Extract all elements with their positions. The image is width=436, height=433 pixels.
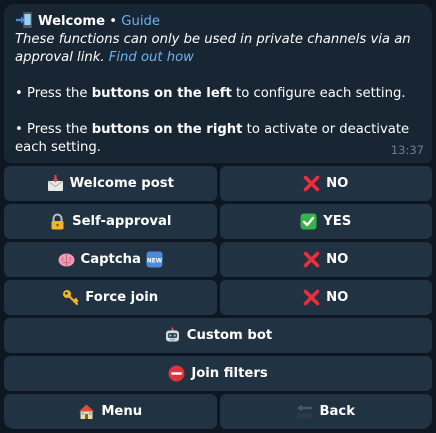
lock-icon xyxy=(49,213,66,230)
no-entry-icon xyxy=(168,365,185,382)
message-title-row: Welcome • Guide xyxy=(15,12,422,31)
welcome-post-label: Welcome post xyxy=(69,176,174,191)
keyboard-row: Self-approval YES xyxy=(4,204,432,239)
captcha-value: NO xyxy=(326,252,349,267)
intro-italic: These functions can only be used in priv… xyxy=(15,32,411,65)
welcome-post-toggle[interactable]: NO xyxy=(219,166,432,201)
p1-post: to configure each setting. xyxy=(231,86,406,101)
paragraph-left-buttons: • Press the buttons on the left to confi… xyxy=(15,85,422,103)
p1-pre: • Press the xyxy=(15,86,92,101)
keyboard-row: Welcome post NO xyxy=(4,166,432,201)
self-approval-toggle[interactable]: YES xyxy=(219,204,432,239)
cross-mark-icon xyxy=(303,175,320,192)
inline-keyboard: Welcome post NO Self-approval YES Captch… xyxy=(4,166,432,432)
back-button[interactable]: Back xyxy=(219,394,432,429)
captcha-button[interactable]: Captcha NEW xyxy=(4,242,217,277)
new-badge-icon: NEW xyxy=(146,251,163,268)
force-join-toggle[interactable]: NO xyxy=(219,280,432,315)
join-filters-button[interactable]: Join filters xyxy=(4,356,432,391)
back-label: Back xyxy=(319,404,356,419)
chat-view: Welcome • Guide These functions can only… xyxy=(0,0,436,433)
house-icon xyxy=(78,403,95,420)
incoming-envelope-icon xyxy=(47,175,64,192)
mobile-arrow-in-icon xyxy=(15,12,33,28)
self-approval-label: Self-approval xyxy=(72,214,172,229)
welcome-post-value: NO xyxy=(326,176,349,191)
check-mark-icon xyxy=(300,213,317,230)
paragraph-right-buttons: • Press the buttons on the right to acti… xyxy=(15,121,422,157)
cross-mark-icon xyxy=(303,289,320,306)
cross-mark-icon xyxy=(303,251,320,268)
svg-text:NEW: NEW xyxy=(147,258,163,264)
welcome-post-button[interactable]: Welcome post xyxy=(4,166,217,201)
brain-icon xyxy=(58,251,75,268)
keyboard-row: Custom bot xyxy=(4,318,432,353)
robot-icon xyxy=(164,327,181,344)
message-title: Welcome xyxy=(38,14,106,29)
captcha-label: Captcha xyxy=(80,252,141,267)
force-join-button[interactable]: Force join xyxy=(4,280,217,315)
p1-bold: buttons on the left xyxy=(91,86,232,101)
keyboard-row: Captcha NEW NO xyxy=(4,242,432,277)
self-approval-button[interactable]: Self-approval xyxy=(4,204,217,239)
custom-bot-button[interactable]: Custom bot xyxy=(4,318,432,353)
intro-text: These functions can only be used in priv… xyxy=(15,31,422,67)
keyboard-row: Force join NO xyxy=(4,280,432,315)
menu-button[interactable]: Menu xyxy=(4,394,217,429)
join-filters-label: Join filters xyxy=(191,366,268,381)
back-arrow-icon xyxy=(296,403,313,420)
force-join-value: NO xyxy=(326,290,349,305)
find-out-link[interactable]: Find out how xyxy=(109,50,194,65)
key-icon xyxy=(62,289,79,306)
force-join-label: Force join xyxy=(85,290,159,305)
message-bubble: Welcome • Guide These functions can only… xyxy=(4,4,432,163)
title-separator: • xyxy=(105,14,122,29)
p2-bold: buttons on the right xyxy=(91,122,243,137)
keyboard-row: Join filters xyxy=(4,356,432,391)
guide-link[interactable]: Guide xyxy=(121,14,160,29)
p2-pre: • Press the xyxy=(15,122,92,137)
message-time: 13:37 xyxy=(390,143,424,157)
menu-label: Menu xyxy=(101,404,143,419)
captcha-toggle[interactable]: NO xyxy=(219,242,432,277)
custom-bot-label: Custom bot xyxy=(186,328,273,343)
keyboard-row: Menu Back xyxy=(4,394,432,429)
self-approval-value: YES xyxy=(323,214,352,229)
